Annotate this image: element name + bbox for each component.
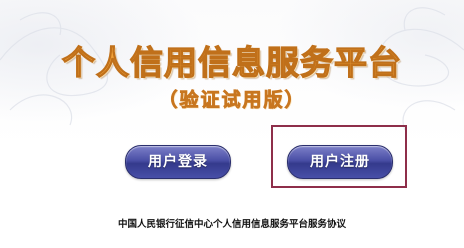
page-background: 个人信用信息服务平台 （验证试用版） 用户登录 用户注册 中国人民银行征信中心个…	[0, 0, 464, 248]
register-button[interactable]: 用户注册	[287, 145, 393, 179]
service-agreement-link[interactable]: 中国人民银行征信中心个人信用信息服务平台服务协议	[0, 216, 464, 230]
login-button[interactable]: 用户登录	[125, 145, 231, 179]
page-subtitle: （验证试用版）	[158, 89, 306, 112]
page-title: 个人信用信息服务平台	[61, 42, 402, 82]
